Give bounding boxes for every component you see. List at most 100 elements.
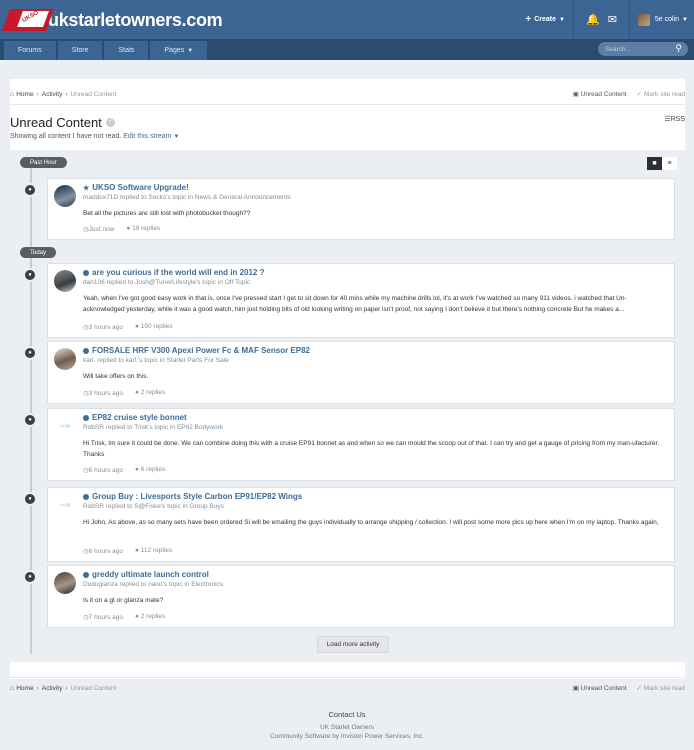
tab-stats[interactable]: Stats xyxy=(104,41,149,60)
main-nav: Forums Store Stats Pages ▼ Search... ⚲ xyxy=(0,39,694,60)
unread-dot-icon xyxy=(83,347,89,354)
unread-content-link[interactable]: ▣ Unread Content xyxy=(573,90,627,98)
chevron-down-icon: ▼ xyxy=(682,16,688,23)
comment-icon: ● xyxy=(23,346,37,360)
item-owner[interactable]: nano's xyxy=(148,581,167,588)
avatar[interactable] xyxy=(54,270,76,292)
list-item: ~≈ EP82 cruise style bonnet RobSR replie… xyxy=(47,408,675,481)
check-icon: ✓ xyxy=(636,685,644,692)
item-forum[interactable]: Group Buys xyxy=(190,503,224,510)
item-title[interactable]: greddy ultimate launch control xyxy=(92,570,209,579)
item-forum[interactable]: News & General Announcements xyxy=(195,194,291,201)
list-icon: ≡ xyxy=(667,160,672,167)
avatar[interactable]: ~≈ xyxy=(54,415,76,437)
breadcrumb: ⌂ Home › Activity › Unread Content ▣ Unr… xyxy=(10,86,685,102)
time-group-label: Past Hour xyxy=(20,157,67,168)
item-title[interactable]: UKSO Software Upgrade! xyxy=(92,183,188,192)
item-author[interactable]: Dudugianza xyxy=(83,581,118,588)
site-header: UKSO ukstarletowners.com + Create ▼ 🔔 ✉ 5e… xyxy=(0,0,694,39)
item-snippet: Hi John, As above, as so many sets have … xyxy=(83,519,659,526)
breadcrumb-activity[interactable]: Activity xyxy=(42,91,63,98)
main-content: ⌂ Home › Activity › Unread Content ▣ Unr… xyxy=(10,79,685,679)
unread-dot-icon xyxy=(83,571,89,578)
avatar[interactable] xyxy=(54,572,76,594)
list-item: ★ UKSO Software Upgrade! maddox71D replie… xyxy=(47,178,675,240)
site-name: ukstarletowners.com xyxy=(48,9,223,30)
item-author[interactable]: RobSR xyxy=(83,424,104,431)
unread-content-link[interactable]: ▣ Unread Content xyxy=(573,684,627,692)
item-forum[interactable]: Off Topic xyxy=(225,279,250,286)
search-input[interactable]: Search... ⚲ xyxy=(598,42,688,56)
item-title[interactable]: FORSALE HRF V300 Apexi Power Fc & MAF Se… xyxy=(92,346,310,355)
edit-stream-link[interactable]: Edit this stream ▼ xyxy=(123,133,179,140)
item-title[interactable]: are you curious if the world will end in… xyxy=(92,268,264,277)
search-icon[interactable]: ⚲ xyxy=(675,43,682,54)
tab-forums[interactable]: Forums xyxy=(4,41,56,60)
inbox-icon: ▣ xyxy=(572,685,581,692)
item-author[interactable]: RobSR xyxy=(83,503,104,510)
avatar[interactable] xyxy=(54,185,76,207)
avatar[interactable] xyxy=(54,348,76,370)
breadcrumb-home[interactable]: Home xyxy=(16,685,33,692)
load-more-button[interactable]: Load more activity xyxy=(317,636,389,653)
mark-site-read-link[interactable]: ✓ Mark site read xyxy=(637,90,685,98)
bell-icon[interactable]: 🔔 xyxy=(586,13,600,26)
item-snippet: Will take offers on this. xyxy=(83,373,149,380)
item-owner[interactable]: Josh@TunerLifestyle's xyxy=(135,279,200,286)
item-forum[interactable]: Electronics xyxy=(191,581,223,588)
home-icon: ⌂ xyxy=(10,90,15,98)
check-circle-icon: ✓ xyxy=(105,118,115,127)
tab-store[interactable]: Store xyxy=(57,41,103,60)
item-replies[interactable]: ● 19 replies xyxy=(126,225,160,233)
item-time: ◷7 hours ago xyxy=(83,614,124,621)
item-snippet: Hi Trisk, Im sure it could be done. We c… xyxy=(83,440,660,458)
item-author[interactable]: dan106 xyxy=(83,279,105,286)
star-icon: ★ xyxy=(83,184,90,192)
square-icon: ■ xyxy=(652,160,657,167)
chevron-right-icon: › xyxy=(65,684,68,692)
create-button[interactable]: + Create ▼ xyxy=(525,14,565,25)
unread-dot-icon xyxy=(83,493,89,500)
item-title[interactable]: EP82 cruise style bonnet xyxy=(92,413,187,422)
avatar[interactable]: ~≈ xyxy=(54,494,76,516)
breadcrumb-activity[interactable]: Activity xyxy=(42,685,63,692)
mail-icon[interactable]: ✉ xyxy=(608,13,617,26)
item-author[interactable]: karl. xyxy=(83,357,95,364)
item-owner[interactable]: karl.'s xyxy=(126,357,143,364)
item-forum[interactable]: Starlet Parts For Sale xyxy=(167,357,229,364)
user-bar: + Create ▼ 🔔 ✉ 5e colin ▼ xyxy=(525,0,688,39)
item-replies[interactable]: ● 6 replies xyxy=(135,466,165,474)
item-time: ◷3 hours ago xyxy=(83,390,124,397)
chevron-right-icon: › xyxy=(36,684,39,692)
software-credit-link[interactable]: Community Software by Invision Power Ser… xyxy=(270,733,424,740)
inbox-icon: ▣ xyxy=(572,91,581,98)
chevron-right-icon: › xyxy=(65,90,68,98)
unread-dot-icon xyxy=(83,414,89,421)
item-replies[interactable]: ● 150 replies xyxy=(135,323,173,331)
item-time: ◷6 hours ago xyxy=(83,467,124,474)
item-owner[interactable]: Socks's xyxy=(148,194,170,201)
comment-icon: ● xyxy=(23,268,37,282)
list-item: ~≈ Group Buy : Livesports Style Carbon E… xyxy=(47,487,675,562)
site-logo[interactable]: UKSO ukstarletowners.com xyxy=(1,6,223,34)
user-menu[interactable]: 5e colin ▼ xyxy=(637,13,688,26)
expanded-view-button[interactable]: ■ xyxy=(647,157,662,170)
item-title[interactable]: Group Buy : Livesports Style Carbon EP91… xyxy=(92,492,302,501)
list-item: greddy ultimate launch control Dudugianz… xyxy=(47,565,675,628)
breadcrumb-bottom: ⌂ Home › Activity › Unread Content ▣ Unr… xyxy=(10,680,685,696)
item-replies[interactable]: ● 2 replies xyxy=(135,389,165,397)
item-replies[interactable]: ● 2 replies xyxy=(135,613,165,621)
check-icon: ✓ xyxy=(636,91,644,98)
tab-pages[interactable]: Pages ▼ xyxy=(150,41,208,60)
contact-us-link[interactable]: Contact Us xyxy=(328,710,365,719)
mark-site-read-link[interactable]: ✓ Mark site read xyxy=(637,684,685,692)
item-replies[interactable]: ● 112 replies xyxy=(135,547,172,555)
unread-dot-icon xyxy=(83,269,89,276)
condensed-view-button[interactable]: ≡ xyxy=(662,157,677,170)
breadcrumb-home[interactable]: Home xyxy=(16,91,33,98)
item-forum[interactable]: EP82 Bodywork xyxy=(177,424,223,431)
item-owner[interactable]: Trisk's xyxy=(134,424,152,431)
rss-link[interactable]: ☰RSS xyxy=(664,115,685,123)
item-owner[interactable]: S@Fiske's xyxy=(134,503,165,510)
item-author[interactable]: maddox71D xyxy=(83,194,118,201)
